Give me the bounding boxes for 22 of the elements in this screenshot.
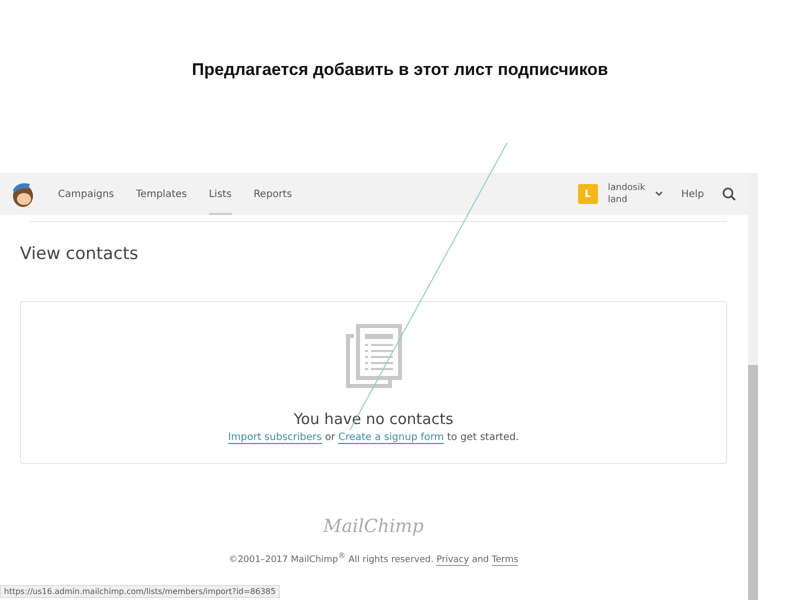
footer-logo: MailChimp (323, 516, 424, 537)
slide-caption: Предлагается добавить в этот лист подписчиков (192, 60, 608, 80)
chevron-down-icon[interactable] (655, 191, 664, 197)
document-stack-icon (344, 322, 404, 390)
privacy-link[interactable]: Privacy (436, 555, 470, 566)
nav-tab[interactable]: Lists (208, 173, 232, 215)
account-name[interactable]: landosik (608, 182, 646, 194)
scroll-thumb[interactable] (748, 365, 758, 600)
nav-tab[interactable]: Campaigns (58, 173, 114, 215)
nav-tab[interactable]: Templates (136, 173, 187, 215)
help-link[interactable]: Help (681, 188, 704, 200)
account-subname: land (608, 194, 628, 206)
scrollbar[interactable] (748, 173, 758, 600)
signup-form-link[interactable]: Create a signup form (338, 432, 444, 444)
footer-copyright: ©2001–2017 MailChimp$^{®}$ All rights reserved. Privacy and Terms (228, 551, 518, 565)
status-url: https://us16.admin.mailchimp.com/lists/members/import?id=86385 (0, 585, 280, 598)
page-title: View contacts (20, 244, 140, 264)
nav-tab[interactable]: Reports (254, 173, 292, 215)
search-icon[interactable] (722, 187, 736, 201)
terms-link[interactable]: Terms (492, 555, 518, 566)
empty-state-message: Import subscribers or Create a signup form to get started. (228, 432, 519, 443)
import-subscribers-link[interactable]: Import subscribers (228, 432, 322, 444)
